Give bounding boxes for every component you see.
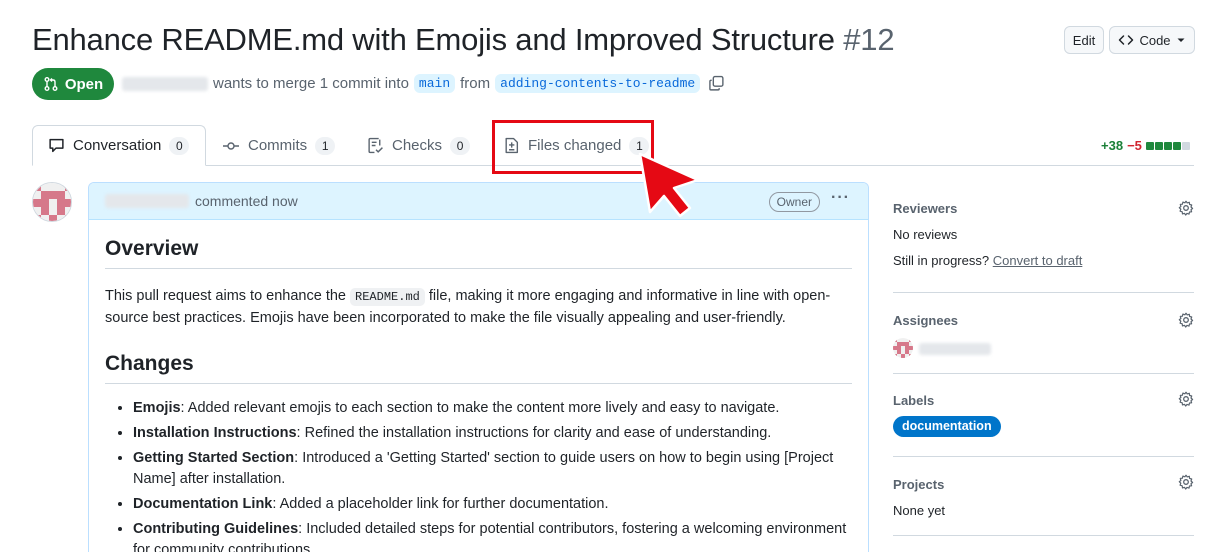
pr-merge-info: wants to merge 1 commit into main from a… (122, 74, 725, 93)
list-item-term: Contributing Guidelines (133, 521, 299, 537)
copy-icon[interactable] (708, 75, 725, 92)
identicon-image (33, 183, 71, 221)
tab-commits-label: Commits (248, 137, 308, 154)
reviewers-value: No reviews (893, 227, 958, 242)
gear-icon[interactable] (1178, 391, 1194, 407)
base-branch[interactable]: main (413, 74, 456, 93)
owner-badge: Owner (768, 192, 820, 212)
list-item-text: : Refined the installation instructions … (296, 425, 772, 441)
label-documentation[interactable]: documentation (893, 416, 1001, 437)
triangle-down-icon (1177, 38, 1185, 42)
diffstat[interactable]: +38 −5 (1101, 138, 1190, 153)
highlight-box (492, 120, 654, 174)
list-item: Contributing Guidelines: Included detail… (133, 519, 852, 552)
pr-description-comment: commented now Owner ··· Overview This pu… (88, 182, 869, 552)
diffstat-block (1163, 141, 1172, 150)
assignee-avatar[interactable] (893, 338, 913, 358)
pr-header: Enhance README.md with Emojis and Improv… (32, 22, 1195, 62)
list-item: Getting Started Section: Introduced a 'G… (133, 448, 852, 490)
merge-text: wants to merge 1 commit into (213, 75, 409, 92)
gear-icon[interactable] (1178, 312, 1194, 328)
convert-to-draft-link[interactable]: Convert to draft (993, 253, 1083, 268)
projects-heading[interactable]: Projects (893, 477, 944, 492)
pr-number: #12 (843, 22, 895, 57)
tab-conversation-count: 0 (169, 136, 190, 155)
diffstat-block (1145, 141, 1154, 150)
diffstat-block (1181, 141, 1190, 150)
cursor-arrow-icon (638, 152, 700, 218)
comment-action[interactable]: commented now (195, 193, 298, 209)
code-button[interactable]: Code (1109, 26, 1195, 54)
edit-button-label: Edit (1072, 32, 1096, 48)
edit-button[interactable]: Edit (1064, 26, 1104, 54)
labels-heading[interactable]: Labels (893, 393, 934, 408)
pull-request-icon (44, 77, 58, 91)
list-item-term: Documentation Link (133, 496, 273, 512)
head-branch[interactable]: adding-contents-to-readme (495, 74, 701, 93)
reviewers-heading[interactable]: Reviewers (893, 201, 957, 216)
changes-list: Emojis: Added relevant emojis to each se… (105, 398, 852, 552)
comment-header: commented now Owner ··· (89, 183, 868, 220)
tab-commits-count: 1 (315, 136, 336, 155)
tab-checks-label: Checks (392, 137, 443, 154)
author-avatar[interactable] (32, 182, 72, 222)
comment-icon (49, 138, 64, 153)
tab-conversation-label: Conversation (73, 137, 162, 154)
draft-prompt: Still in progress? Convert to draft (893, 253, 1082, 268)
diffstat-deletions: −5 (1127, 138, 1142, 153)
diffstat-block (1154, 141, 1163, 150)
pr-state-label: Open (64, 75, 104, 93)
list-item-term: Getting Started Section (133, 450, 295, 466)
tab-checks-count: 0 (450, 136, 471, 155)
list-item-term: Installation Instructions (133, 425, 297, 441)
labels-section: Labels documentation (893, 374, 1194, 457)
checklist-icon (368, 137, 383, 154)
pr-title: Enhance README.md with Emojis and Improv… (32, 22, 895, 58)
code-button-label: Code (1139, 32, 1171, 48)
tab-commits[interactable]: Commits 1 (222, 125, 336, 166)
changes-heading: Changes (105, 352, 852, 384)
overview-heading: Overview (105, 237, 852, 269)
tab-conversation[interactable]: Conversation 0 (32, 125, 206, 166)
overview-paragraph: This pull request aims to enhance the RE… (105, 286, 852, 329)
list-item: Installation Instructions: Refined the i… (133, 423, 852, 444)
pr-title-text: Enhance README.md with Emojis and Improv… (32, 22, 835, 57)
gear-icon[interactable] (1178, 200, 1194, 216)
diffstat-block (1172, 141, 1181, 150)
from-text: from (460, 75, 491, 92)
assignees-heading[interactable]: Assignees (893, 313, 958, 328)
code-icon (1119, 35, 1134, 45)
pr-state-row: Open wants to merge 1 commit into main f… (32, 68, 932, 100)
commit-icon (223, 141, 239, 150)
reviewers-section: Reviewers No reviews Still in progress? … (893, 182, 1194, 293)
inline-code-readme: README.md (350, 288, 425, 306)
gear-icon[interactable] (1178, 474, 1194, 490)
overview-text-pre: This pull request aims to enhance the (105, 288, 351, 304)
diffstat-blocks (1145, 141, 1190, 150)
commenter-name-redacted[interactable] (105, 194, 189, 208)
kebab-horizontal-icon[interactable]: ··· (831, 189, 850, 207)
assignee-name-redacted[interactable] (919, 343, 991, 355)
pr-state-badge: Open (32, 68, 114, 100)
list-item: Emojis: Added relevant emojis to each se… (133, 398, 852, 419)
list-item: Documentation Link: Added a placeholder … (133, 494, 852, 515)
list-item-text: : Added relevant emojis to each section … (180, 400, 780, 416)
diffstat-additions: +38 (1101, 138, 1124, 153)
assignees-section: Assignees (893, 293, 1194, 374)
list-item-term: Emojis (133, 400, 181, 416)
draft-prompt-text: Still in progress? (893, 253, 990, 268)
list-item-text: : Added a placeholder link for further d… (272, 496, 609, 512)
author-name-redacted[interactable] (122, 76, 208, 91)
projects-section: Projects None yet (893, 457, 1194, 536)
tab-checks[interactable]: Checks 0 (367, 125, 471, 166)
comment-body: Overview This pull request aims to enhan… (89, 237, 868, 552)
identicon-image (893, 338, 913, 358)
projects-value: None yet (893, 503, 946, 518)
